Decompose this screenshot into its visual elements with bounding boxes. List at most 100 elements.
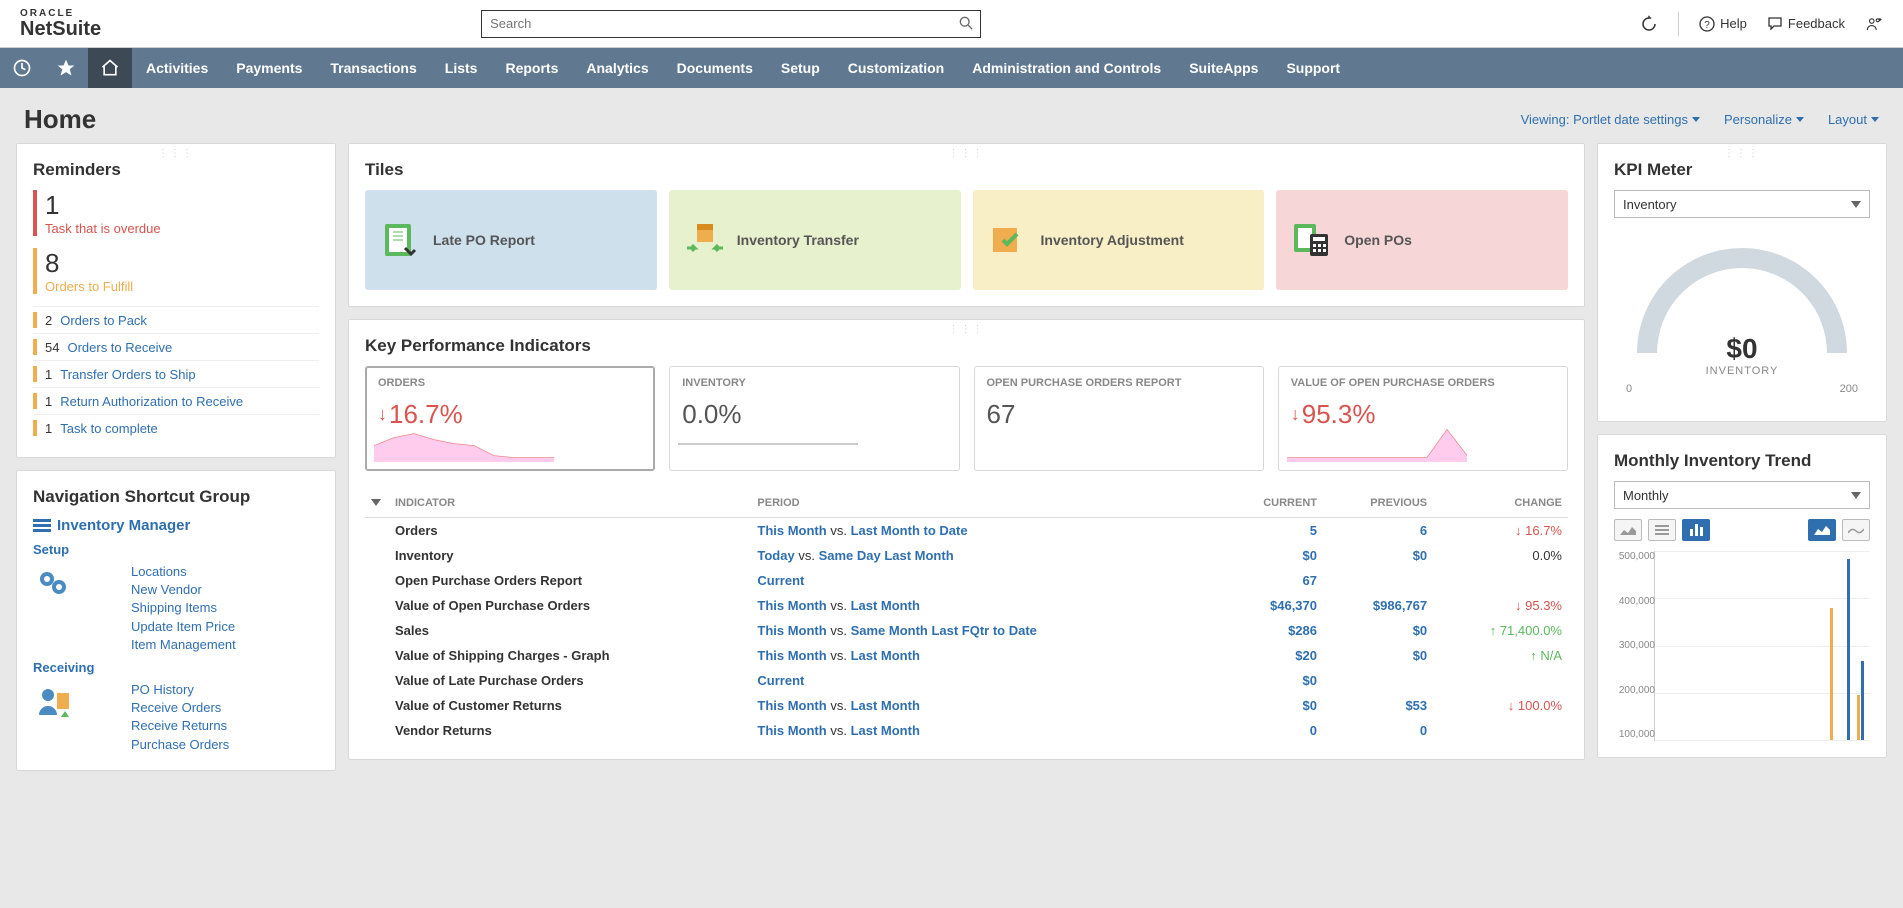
kpi-card[interactable]: INVENTORY 0.0% bbox=[669, 366, 959, 471]
nsg-link[interactable]: Receive Returns bbox=[131, 717, 229, 735]
feedback-label: Feedback bbox=[1788, 16, 1845, 31]
search-icon[interactable] bbox=[959, 16, 973, 33]
drag-handle-icon[interactable]: ⋮⋮⋮ bbox=[365, 324, 1568, 332]
trend-select[interactable]: Monthly bbox=[1614, 481, 1870, 509]
kpi-current[interactable]: 67 bbox=[1218, 568, 1323, 593]
tile[interactable]: Inventory Transfer bbox=[669, 190, 961, 290]
search-input[interactable] bbox=[481, 10, 981, 38]
drag-handle-icon[interactable]: ⋮⋮⋮ bbox=[33, 148, 319, 156]
nav-item[interactable]: Analytics bbox=[572, 48, 662, 88]
kpi-card[interactable]: OPEN PURCHASE ORDERS REPORT 67 bbox=[974, 366, 1264, 471]
nav-item[interactable]: Reports bbox=[491, 48, 572, 88]
kpi-current[interactable]: $0 bbox=[1218, 543, 1323, 568]
chart-type-bar[interactable] bbox=[1682, 519, 1710, 541]
nav-item[interactable]: Setup bbox=[767, 48, 834, 88]
reminder-item[interactable]: 1Task that is overdue bbox=[33, 190, 319, 236]
nsg-link[interactable]: Receive Orders bbox=[131, 699, 229, 717]
kpi-previous[interactable]: $0 bbox=[1323, 618, 1433, 643]
chart-compare-a[interactable] bbox=[1808, 519, 1836, 541]
viewing-selector[interactable]: Viewing: Portlet date settings bbox=[1521, 112, 1700, 127]
chart-compare-b[interactable] bbox=[1842, 519, 1870, 541]
kpi-current[interactable]: $286 bbox=[1218, 618, 1323, 643]
nsg-link[interactable]: New Vendor bbox=[131, 581, 236, 599]
people-icon[interactable] bbox=[1865, 15, 1883, 33]
trend-chart: 500,000400,000300,000200,000100,000 bbox=[1654, 551, 1870, 741]
recent-icon[interactable] bbox=[0, 48, 44, 88]
kpi-current[interactable]: 5 bbox=[1218, 518, 1323, 544]
svg-text:?: ? bbox=[1704, 20, 1710, 31]
nav-item[interactable]: SuiteApps bbox=[1175, 48, 1272, 88]
nsg-link[interactable]: Locations bbox=[131, 563, 236, 581]
nsg-section-label: Receiving bbox=[33, 660, 319, 675]
y-axis-label: 100,000 bbox=[1611, 729, 1655, 740]
kpi-previous[interactable]: $0 bbox=[1323, 543, 1433, 568]
kpi-current[interactable]: $0 bbox=[1218, 668, 1323, 693]
nav-item[interactable]: Support bbox=[1272, 48, 1354, 88]
tile[interactable]: Open POs bbox=[1276, 190, 1568, 290]
layout-button[interactable]: Layout bbox=[1828, 112, 1879, 127]
nav-item[interactable]: Activities bbox=[132, 48, 222, 88]
nav-item[interactable]: Payments bbox=[222, 48, 316, 88]
kpi-current[interactable]: $46,370 bbox=[1218, 593, 1323, 618]
reminder-item[interactable]: 1Task to complete bbox=[33, 414, 319, 441]
nsg-section-icon bbox=[33, 563, 73, 603]
feedback-button[interactable]: Feedback bbox=[1767, 16, 1845, 32]
nsg-link[interactable]: Shipping Items bbox=[131, 599, 236, 617]
kpi-previous[interactable]: 0 bbox=[1323, 718, 1433, 743]
star-icon[interactable] bbox=[44, 48, 88, 88]
kpi-label: OPEN PURCHASE ORDERS REPORT bbox=[987, 377, 1251, 389]
kpi-previous[interactable] bbox=[1323, 568, 1433, 593]
reminder-item[interactable]: 8Orders to Fulfill bbox=[33, 248, 319, 294]
kpi-change: ↑ 71,400.0% bbox=[1433, 618, 1568, 643]
kpi-previous[interactable] bbox=[1323, 668, 1433, 693]
col-current: CURRENT bbox=[1218, 489, 1323, 518]
drag-handle-icon[interactable]: ⋮⋮⋮ bbox=[365, 148, 1568, 156]
collapse-icon[interactable] bbox=[371, 499, 381, 506]
kpi-change: 0.0% bbox=[1433, 543, 1568, 568]
home-icon[interactable] bbox=[88, 48, 132, 88]
kpi-indicator: Value of Customer Returns bbox=[389, 693, 751, 718]
sync-icon[interactable] bbox=[1640, 15, 1658, 33]
kpi-previous[interactable]: $986,767 bbox=[1323, 593, 1433, 618]
kpi-change: ↓ 100.0% bbox=[1433, 693, 1568, 718]
tile-label: Inventory Transfer bbox=[737, 232, 859, 249]
tile[interactable]: Late PO Report bbox=[365, 190, 657, 290]
nsg-heading[interactable]: Inventory Manager bbox=[33, 517, 319, 534]
col-indicator: INDICATOR bbox=[389, 489, 751, 518]
kpi-previous[interactable]: 6 bbox=[1323, 518, 1433, 544]
help-button[interactable]: ? Help bbox=[1699, 16, 1747, 32]
reminder-item[interactable]: 54Orders to Receive bbox=[33, 333, 319, 360]
reminder-item[interactable]: 2Orders to Pack bbox=[33, 306, 319, 333]
nsg-link[interactable]: Item Management bbox=[131, 636, 236, 654]
gauge-label: INVENTORY bbox=[1614, 365, 1870, 377]
kpi-period: This Month vs. Last Month bbox=[751, 718, 1217, 743]
kpi-current[interactable]: 0 bbox=[1218, 718, 1323, 743]
drag-handle-icon[interactable]: ⋮⋮⋮ bbox=[1614, 148, 1870, 156]
kpi-current[interactable]: $20 bbox=[1218, 643, 1323, 668]
nav-item[interactable]: Documents bbox=[663, 48, 767, 88]
personalize-button[interactable]: Personalize bbox=[1724, 112, 1804, 127]
nav-item[interactable]: Customization bbox=[834, 48, 958, 88]
chart-type-list[interactable] bbox=[1648, 519, 1676, 541]
chart-type-area[interactable] bbox=[1614, 519, 1642, 541]
tile[interactable]: Inventory Adjustment bbox=[973, 190, 1265, 290]
kpi-previous[interactable]: $0 bbox=[1323, 643, 1433, 668]
kpi-change bbox=[1433, 568, 1568, 593]
kpi-current[interactable]: $0 bbox=[1218, 693, 1323, 718]
kpi-card[interactable]: VALUE OF OPEN PURCHASE ORDERS ↓95.3% bbox=[1278, 366, 1568, 471]
chart-bar bbox=[1830, 608, 1833, 740]
nav-item[interactable]: Lists bbox=[431, 48, 492, 88]
reminder-item[interactable]: 1Return Authorization to Receive bbox=[33, 387, 319, 414]
reminder-item[interactable]: 1Transfer Orders to Ship bbox=[33, 360, 319, 387]
kpi-previous[interactable]: $53 bbox=[1323, 693, 1433, 718]
meter-select[interactable]: Inventory bbox=[1614, 190, 1870, 218]
kpi-period: Current bbox=[751, 568, 1217, 593]
nsg-link[interactable]: Purchase Orders bbox=[131, 736, 229, 754]
kpi-change: ↓ 95.3% bbox=[1433, 593, 1568, 618]
nsg-link[interactable]: Update Item Price bbox=[131, 618, 236, 636]
logo[interactable]: ORACLE NetSuite bbox=[20, 9, 101, 39]
nsg-link[interactable]: PO History bbox=[131, 681, 229, 699]
nav-item[interactable]: Transactions bbox=[316, 48, 430, 88]
kpi-card[interactable]: ORDERS ↓16.7% bbox=[365, 366, 655, 471]
nav-item[interactable]: Administration and Controls bbox=[958, 48, 1175, 88]
